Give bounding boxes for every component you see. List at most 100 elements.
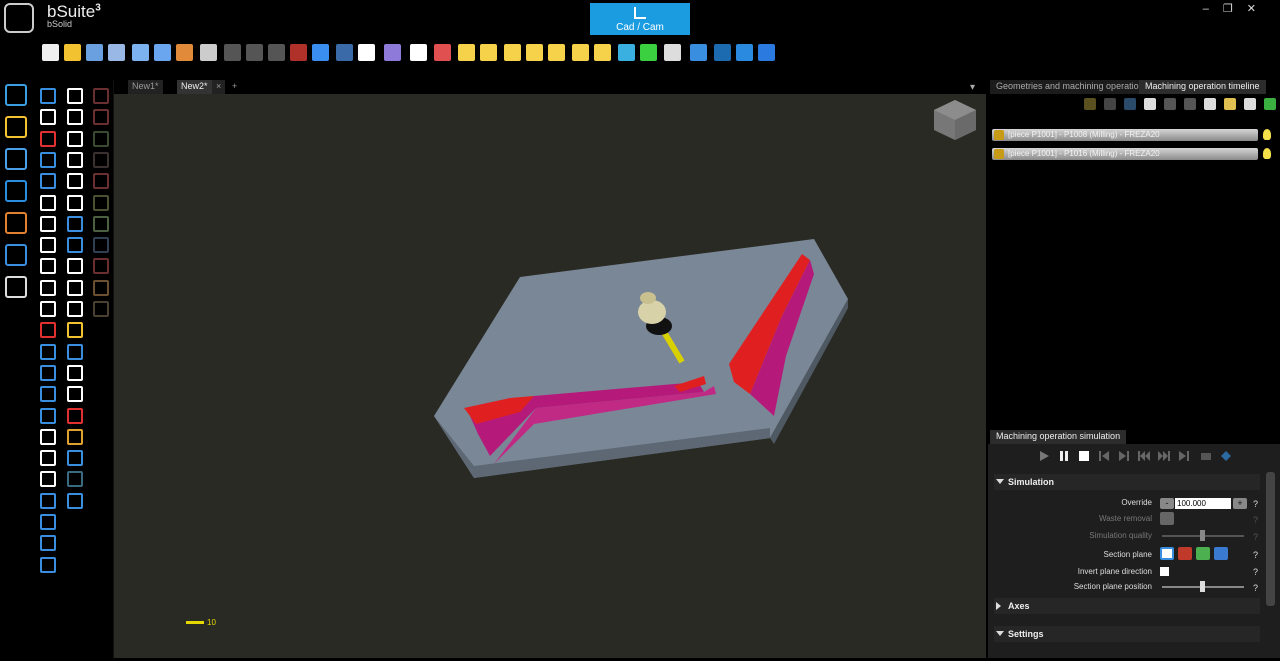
palette-tool-icon[interactable] — [40, 514, 56, 530]
override-decrement-button[interactable]: - — [1160, 498, 1174, 509]
palette-tool-icon[interactable] — [67, 343, 83, 360]
palette-tool-icon[interactable] — [67, 386, 83, 403]
refresh-icon[interactable] — [664, 44, 681, 61]
view-left-icon[interactable] — [504, 44, 521, 61]
palette-tool-icon[interactable] — [40, 130, 56, 147]
record-icon[interactable] — [1200, 450, 1212, 462]
palette-tool-icon[interactable] — [67, 450, 83, 467]
palette-tool-icon[interactable] — [40, 151, 56, 168]
section-plane-y-button[interactable] — [1196, 547, 1210, 560]
palette-tool-icon[interactable] — [67, 130, 83, 147]
zoom-icon[interactable] — [434, 44, 451, 61]
palette-tool-icon[interactable] — [40, 556, 56, 573]
palette-tool-icon[interactable] — [67, 88, 83, 104]
timeline-tool-icon[interactable] — [1124, 98, 1136, 110]
tab-simulation[interactable]: Machining operation simulation — [990, 430, 1127, 444]
palette-tool-icon[interactable] — [67, 471, 83, 488]
print-icon[interactable] — [200, 44, 217, 61]
play-icon[interactable] — [1038, 450, 1050, 462]
palette-tool-icon[interactable] — [67, 322, 83, 339]
help-icon[interactable]: ? — [1253, 532, 1258, 542]
palette-tool-icon[interactable] — [67, 194, 83, 211]
palette-tool-icon[interactable] — [67, 364, 83, 381]
tab-timeline[interactable]: Machining operation timeline — [1139, 80, 1266, 94]
tool-line-icon[interactable] — [5, 148, 27, 170]
section-plane-none-button[interactable] — [1160, 547, 1174, 560]
palette-tool-icon[interactable] — [93, 173, 109, 190]
palette-tool-icon[interactable] — [67, 237, 83, 254]
3d-viewport[interactable] — [114, 94, 986, 658]
slider-knob[interactable] — [1200, 530, 1205, 541]
rewind-icon[interactable] — [1138, 450, 1150, 462]
visibility-bulb-icon[interactable] — [1263, 148, 1271, 159]
palette-tool-icon[interactable] — [93, 194, 109, 211]
measure-icon[interactable] — [5, 180, 27, 202]
palette-tool-icon[interactable] — [40, 194, 56, 211]
palette-tool-icon[interactable] — [40, 471, 56, 488]
paste-icon[interactable] — [268, 44, 285, 61]
palette-tool-icon[interactable] — [67, 492, 83, 509]
cad-draw-icon[interactable] — [5, 84, 27, 106]
palette-tool-icon[interactable] — [93, 88, 109, 104]
section-settings[interactable]: Settings — [994, 626, 1260, 642]
palette-tool-icon[interactable] — [67, 173, 83, 190]
export-2-icon[interactable] — [176, 44, 193, 61]
view-cube[interactable] — [934, 100, 976, 140]
help-icon[interactable]: ? — [1253, 583, 1258, 593]
sphere-2-icon[interactable] — [736, 44, 753, 61]
slider-knob[interactable] — [1200, 581, 1205, 592]
step-forward-icon[interactable] — [1118, 450, 1130, 462]
close-button[interactable]: ✕ — [1247, 3, 1270, 15]
help-icon[interactable]: ? — [1253, 567, 1258, 577]
override-increment-button[interactable]: + — [1233, 498, 1247, 509]
maximize-button[interactable]: ❐ — [1223, 3, 1247, 15]
save-as-icon[interactable] — [108, 44, 125, 61]
palette-tool-icon[interactable] — [93, 301, 109, 317]
operation-row-1[interactable]: [piece P1001] - P1008 (Milling) - FREZA2… — [992, 129, 1258, 141]
palette-tool-icon[interactable] — [67, 407, 83, 424]
section-plane-z-button[interactable] — [1214, 547, 1228, 560]
close-tab-icon[interactable]: × — [212, 80, 226, 94]
sphere-icon[interactable] — [714, 44, 731, 61]
palette-tool-icon[interactable] — [40, 386, 56, 403]
cut-icon[interactable] — [224, 44, 241, 61]
export-icon[interactable] — [132, 44, 149, 61]
new-file-icon[interactable] — [42, 44, 59, 61]
timeline-tool-icon[interactable] — [1084, 98, 1096, 110]
copy-icon[interactable] — [246, 44, 263, 61]
palette-tool-icon[interactable] — [40, 279, 56, 296]
help-icon[interactable] — [758, 44, 775, 61]
palette-tool-icon[interactable] — [67, 109, 83, 126]
visibility-bulb-icon[interactable] — [1263, 129, 1271, 140]
view-top-icon[interactable] — [480, 44, 497, 61]
help-icon[interactable]: ? — [1253, 499, 1258, 509]
palette-tool-icon[interactable] — [40, 109, 56, 126]
timeline-tool-icon[interactable] — [1244, 98, 1256, 110]
palette-tool-icon[interactable] — [93, 237, 109, 254]
view-right-icon[interactable] — [526, 44, 543, 61]
shield-icon[interactable] — [5, 244, 27, 266]
palette-tool-icon[interactable] — [67, 301, 83, 317]
palette-tool-icon[interactable] — [67, 258, 83, 275]
palette-tool-icon[interactable] — [40, 492, 56, 509]
pan-icon[interactable] — [410, 44, 427, 61]
operation-row-2[interactable]: [piece P1001] - P1016 (Milling) - FREZA2… — [992, 148, 1258, 160]
crosshair-icon[interactable] — [690, 44, 707, 61]
palette-tool-icon[interactable] — [40, 301, 56, 317]
section-position-slider[interactable] — [1162, 581, 1244, 592]
machining-icon[interactable] — [5, 212, 27, 234]
pause-icon[interactable] — [1058, 450, 1070, 462]
tab-new1[interactable]: New1* — [128, 80, 163, 94]
step-back-icon[interactable] — [1098, 450, 1110, 462]
help-icon[interactable]: ? — [1253, 550, 1258, 560]
redo-icon[interactable] — [336, 44, 353, 61]
import-icon[interactable] — [154, 44, 171, 61]
palette-tool-icon[interactable] — [40, 364, 56, 381]
section-simulation[interactable]: Simulation — [994, 474, 1260, 490]
delete-icon[interactable] — [290, 44, 307, 61]
invert-plane-checkbox[interactable] — [1160, 567, 1169, 576]
rotate-icon[interactable] — [384, 44, 401, 61]
palette-tool-icon[interactable] — [40, 343, 56, 360]
palette-tool-icon[interactable] — [93, 258, 109, 275]
palette-tool-icon[interactable] — [93, 151, 109, 168]
